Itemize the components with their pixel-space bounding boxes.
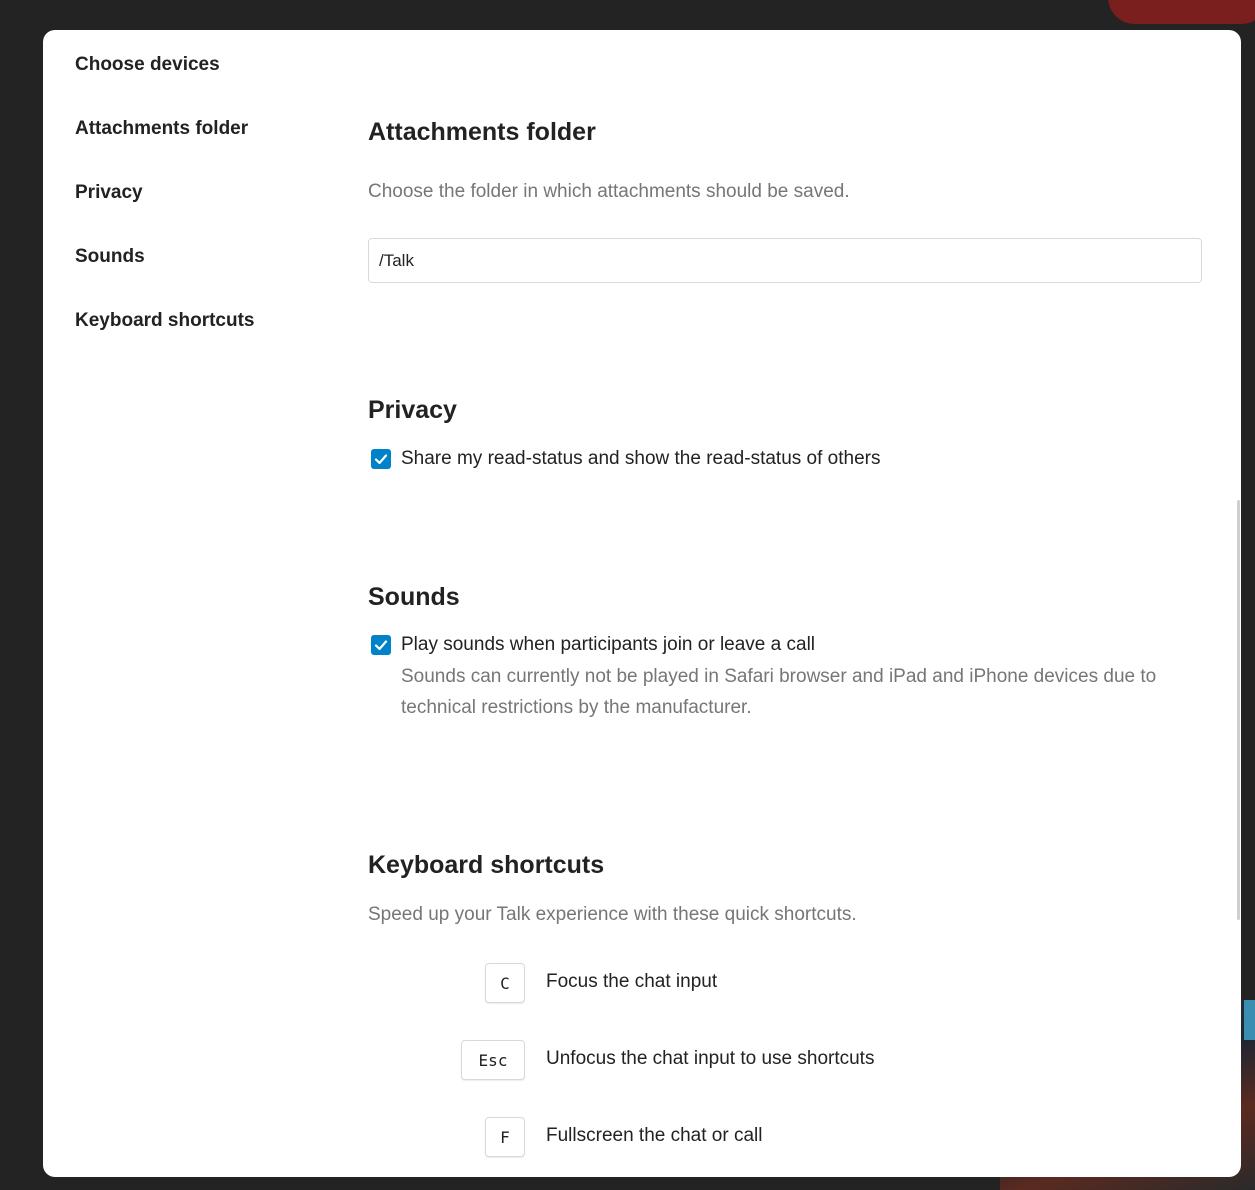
nav-item-keyboard-shortcuts[interactable]: Keyboard shortcuts [75, 310, 254, 332]
settings-modal: Choose devices Attachments folder Privac… [43, 30, 1241, 1177]
nav-item-attachments-folder[interactable]: Attachments folder [75, 118, 248, 140]
read-status-label: Share my read-status and show the read-s… [401, 448, 881, 469]
shortcut-row: Esc Unfocus the chat input to use shortc… [368, 1040, 1168, 1082]
shortcut-key: Esc [461, 1040, 525, 1080]
read-status-checkbox[interactable] [371, 449, 391, 469]
shortcut-label: Fullscreen the chat or call [546, 1125, 763, 1146]
content-scrollbar[interactable] [1237, 500, 1240, 920]
shortcut-label: Focus the chat input [546, 971, 718, 992]
shortcut-key: C [485, 963, 525, 1003]
shortcuts-title: Keyboard shortcuts [368, 851, 605, 879]
shortcut-row: F Fullscreen the chat or call [368, 1117, 1168, 1159]
play-sounds-checkbox-row[interactable]: Play sounds when participants join or le… [371, 634, 815, 656]
sounds-hint: Sounds can currently not be played in Sa… [401, 666, 1157, 718]
nav-item-sounds[interactable]: Sounds [75, 246, 145, 268]
play-sounds-label: Play sounds when participants join or le… [401, 634, 816, 655]
sounds-title: Sounds [368, 583, 460, 611]
background-call-button [1108, 0, 1255, 24]
shortcut-key: F [485, 1117, 525, 1157]
background-video-edge [1244, 1000, 1255, 1040]
read-status-checkbox-row[interactable]: Share my read-status and show the read-s… [371, 448, 880, 470]
play-sounds-checkbox[interactable] [371, 635, 391, 655]
attachments-folder-input[interactable] [368, 238, 1202, 283]
privacy-title: Privacy [368, 396, 457, 424]
shortcut-label: Unfocus the chat input to use shortcuts [546, 1048, 875, 1069]
attachments-title: Attachments folder [368, 118, 596, 146]
nav-item-privacy[interactable]: Privacy [75, 182, 143, 204]
checkmark-icon [374, 454, 388, 465]
shortcuts-description: Speed up your Talk experience with these… [368, 904, 857, 925]
attachments-description: Choose the folder in which attachments s… [368, 181, 850, 202]
shortcut-row: C Focus the chat input [368, 963, 1168, 1005]
checkmark-icon [374, 640, 388, 651]
nav-item-choose-devices[interactable]: Choose devices [75, 54, 220, 76]
